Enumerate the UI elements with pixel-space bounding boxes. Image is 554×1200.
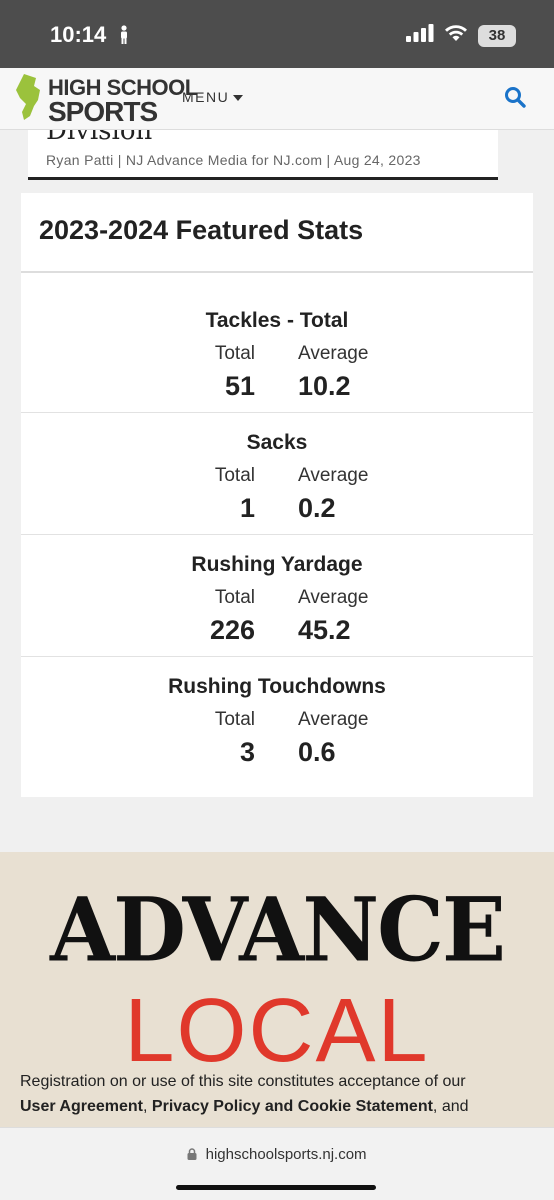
- legal-comma: ,: [143, 1098, 148, 1115]
- advance-local-logo-advance: ADVANCE: [49, 877, 506, 982]
- legal-and: , and: [432, 1098, 469, 1115]
- article-byline: Ryan Patti | NJ Advance Media for NJ.com…: [46, 152, 421, 168]
- stat-average-label: Average: [298, 709, 369, 730]
- site-footer: ADVANCE LOCAL Registration on or use of …: [0, 852, 554, 1127]
- home-indicator[interactable]: [176, 1185, 376, 1190]
- stat-total-value: 51: [224, 371, 255, 401]
- site-logo[interactable]: HIGH SCHOOL SPORTS: [14, 72, 198, 127]
- legal-prefix: Registration on or use of this site cons…: [20, 1073, 466, 1090]
- stat-name: Sacks: [246, 431, 308, 454]
- stat-total-value: 3: [239, 737, 255, 767]
- stat-average-label: Average: [298, 343, 369, 364]
- article-card[interactable]: Division Ryan Patti | NJ Advance Media f…: [28, 130, 498, 180]
- stat-average-value: 0.6: [298, 737, 336, 767]
- featured-stats-card: 2023-2024 Featured Stats Tackles - Total…: [21, 193, 533, 797]
- stat-name: Rushing Touchdowns: [168, 675, 386, 698]
- stat-total-label: Total: [214, 465, 255, 486]
- wifi-icon: [444, 24, 468, 47]
- legal-text: Registration on or use of this site cons…: [20, 1069, 540, 1119]
- stat-average-label: Average: [298, 465, 369, 486]
- status-time: 10:14: [50, 22, 107, 47]
- stat-block-rushing-yardage: Rushing Yardage Total Average 226 45.2: [21, 535, 533, 657]
- stat-name: Tackles - Total: [205, 309, 349, 332]
- new-jersey-logo-icon: [14, 72, 44, 127]
- stat-average-value: 45.2: [298, 615, 351, 645]
- stat-total-label: Total: [214, 709, 255, 730]
- battery-icon: 38: [478, 24, 516, 47]
- stat-total-value: 226: [209, 615, 255, 645]
- search-icon[interactable]: [504, 86, 526, 113]
- advance-local-logo-local: LOCAL: [124, 981, 430, 1081]
- stat-average-value: 0.2: [298, 493, 336, 523]
- site-header: HIGH SCHOOL SPORTS MENU: [0, 68, 554, 130]
- stat-average-label: Average: [298, 587, 369, 608]
- stat-average-value: 10.2: [298, 371, 351, 401]
- url-display[interactable]: highschoolsports.nj.com: [0, 1146, 554, 1163]
- stats-title: 2023-2024 Featured Stats: [39, 215, 364, 245]
- menu-button[interactable]: MENU: [182, 89, 244, 105]
- stat-block-rushing-touchdowns: Rushing Touchdowns Total Average 3 0.6: [21, 657, 533, 779]
- stat-block-sacks: Sacks Total Average 1 0.2: [21, 413, 533, 535]
- caret-down-icon: [233, 89, 244, 105]
- url-text: highschoolsports.nj.com: [205, 1146, 367, 1163]
- person-icon: [118, 25, 130, 50]
- stat-total-label: Total: [214, 587, 255, 608]
- stat-block-tackles: Tackles - Total Total Average 51 10.2: [21, 273, 533, 413]
- logo-line2: SPORTS: [48, 95, 158, 127]
- user-agreement-link[interactable]: User Agreement: [20, 1098, 143, 1115]
- stat-total-value: 1: [239, 493, 255, 523]
- menu-label: MENU: [182, 89, 230, 105]
- lock-icon: [187, 1146, 205, 1163]
- stat-total-label: Total: [214, 343, 255, 364]
- stats-header: 2023-2024 Featured Stats: [21, 193, 533, 273]
- browser-url-bar[interactable]: highschoolsports.nj.com: [0, 1127, 554, 1200]
- signal-icon: [406, 24, 434, 47]
- privacy-policy-link[interactable]: Privacy Policy and Cookie Statement: [152, 1098, 433, 1115]
- status-bar: 10:14 38: [0, 0, 554, 68]
- stat-name: Rushing Yardage: [191, 553, 363, 576]
- article-title[interactable]: Division: [46, 130, 152, 146]
